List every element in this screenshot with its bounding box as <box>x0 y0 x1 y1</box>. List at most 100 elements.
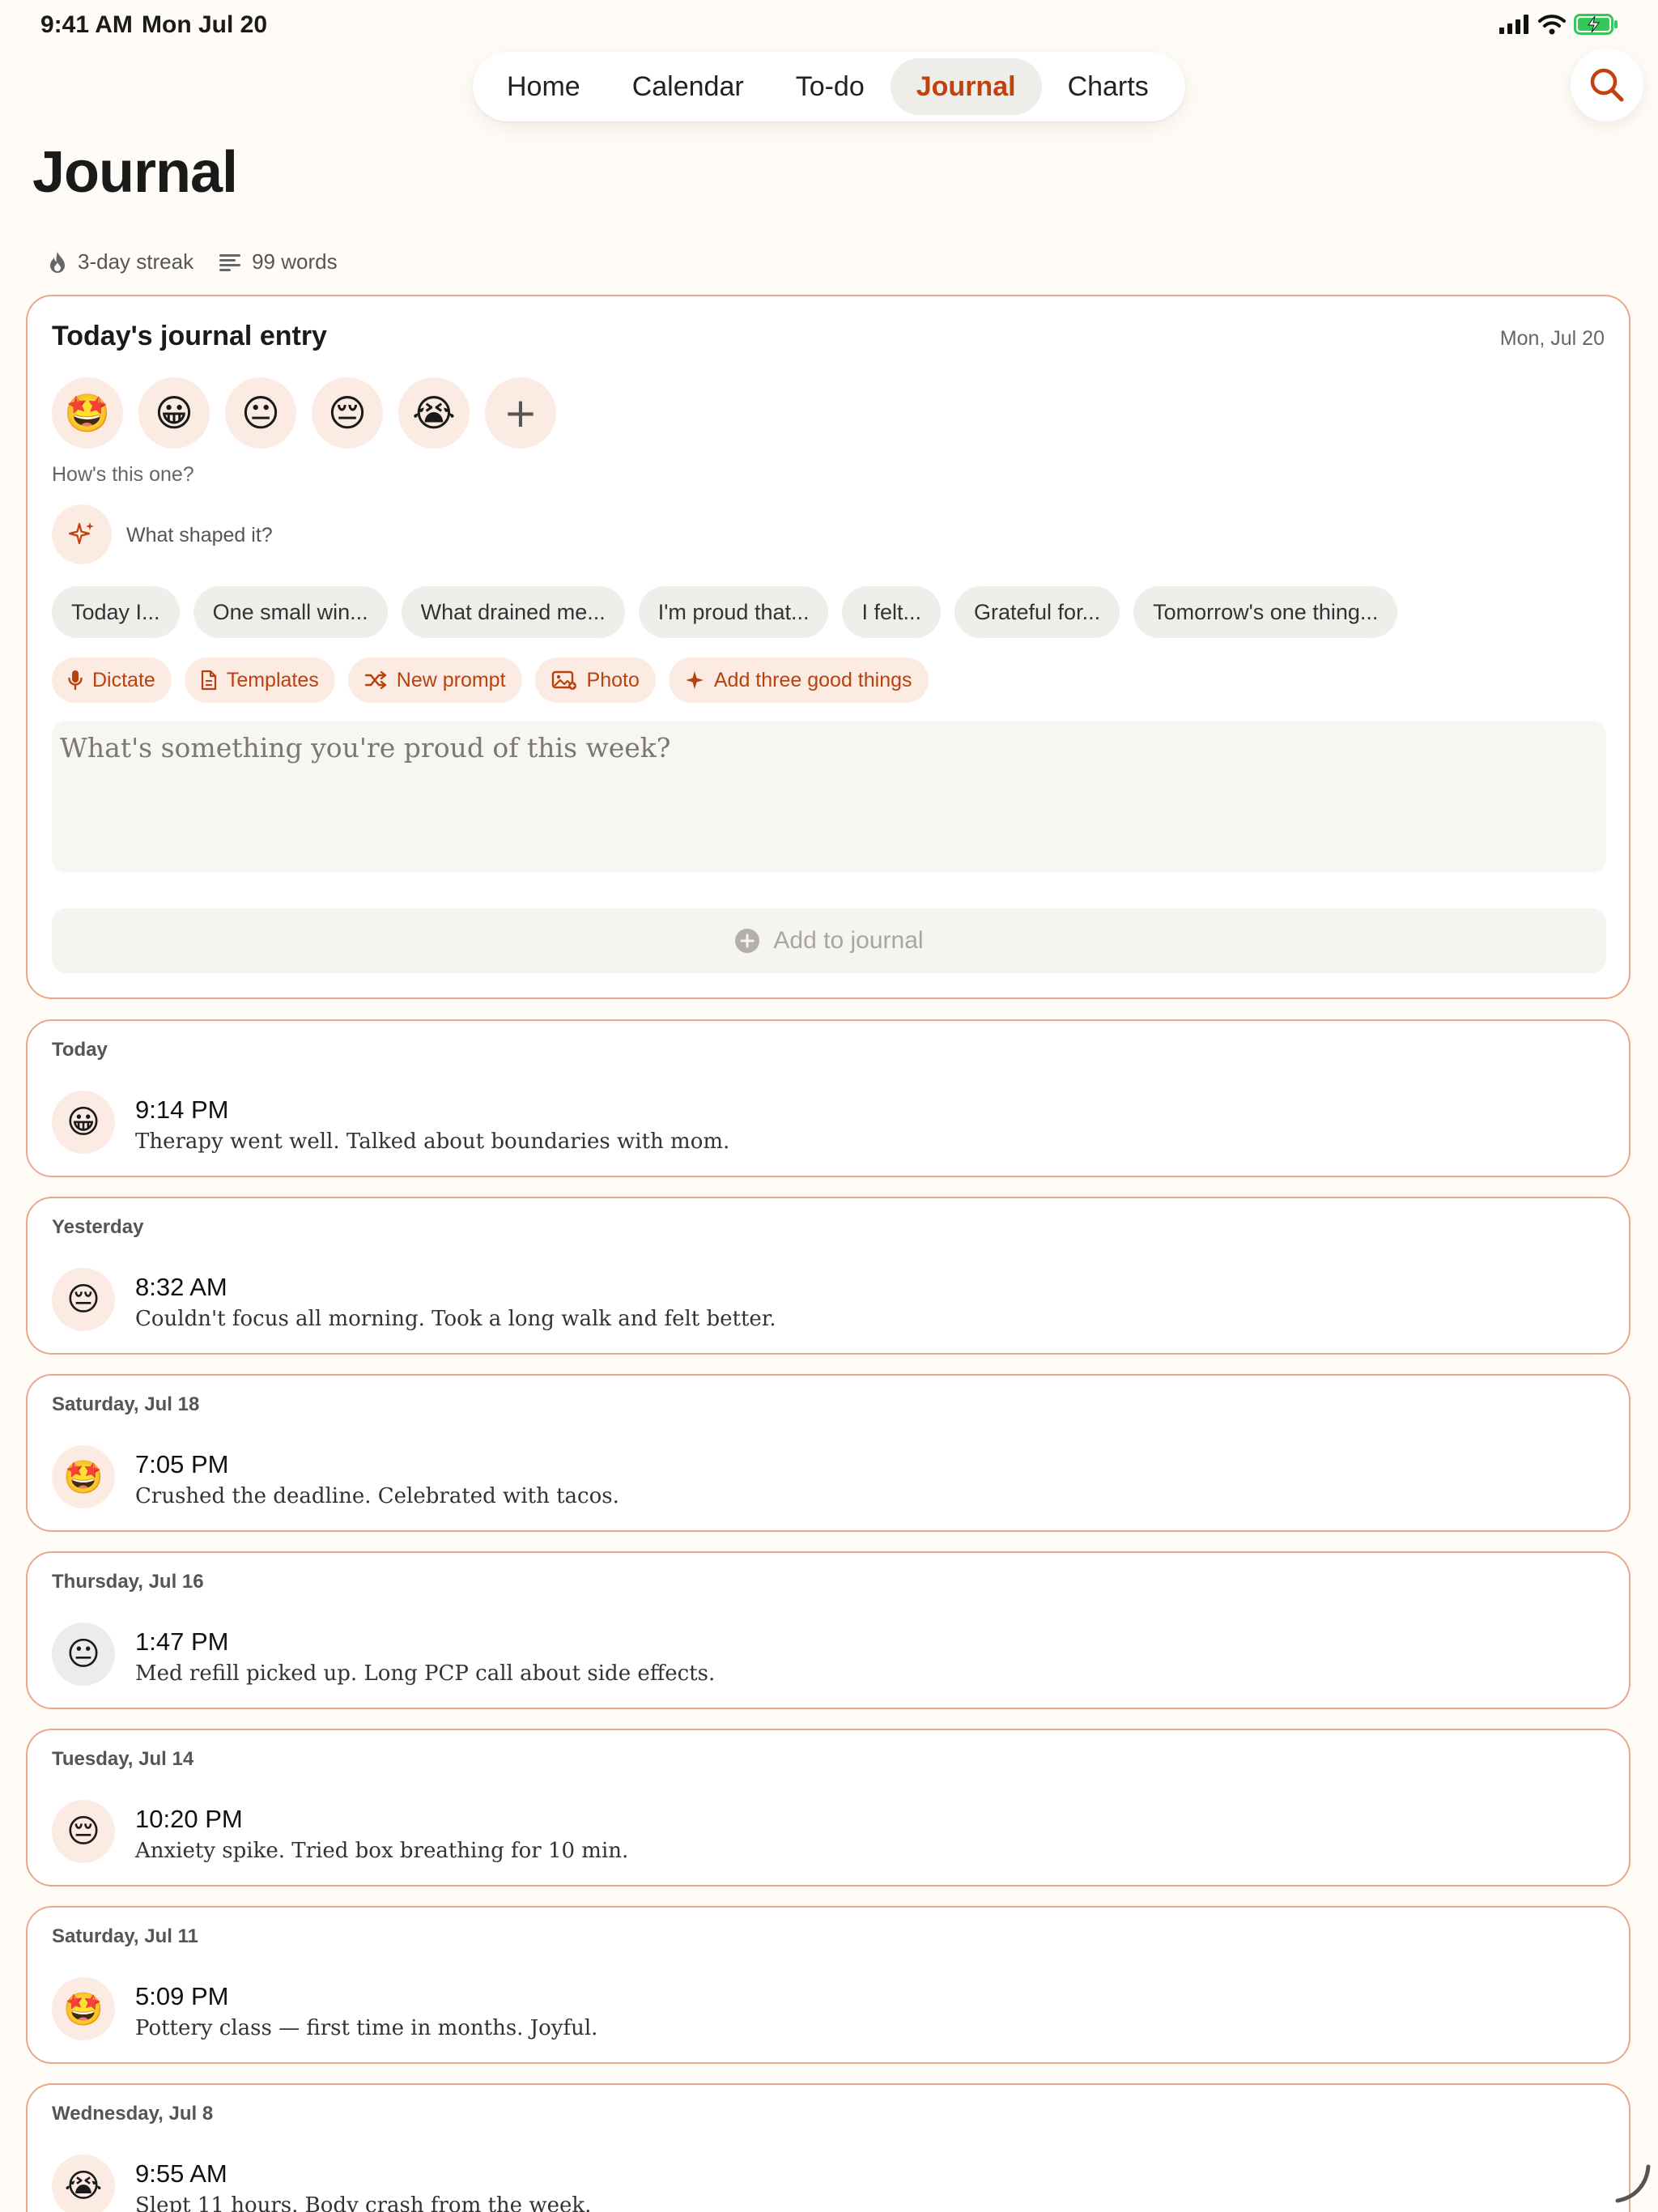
words-stat: 99 words <box>219 249 338 274</box>
entry-time: 10:20 PM <box>135 1805 243 1833</box>
dictate-label: Dictate <box>92 668 155 691</box>
streak-label: 3-day streak <box>78 249 194 274</box>
entry-day: Saturday, Jul 11 <box>52 1925 198 1947</box>
new-prompt-button[interactable]: New prompt <box>347 657 522 703</box>
journal-stats: 3-day streak 99 words <box>49 249 363 274</box>
journal-entry-composer: Today's journal entry Mon, Jul 20 🤩 😀 😐 … <box>26 295 1630 999</box>
journal-input-placeholder: What's something you're proud of this we… <box>60 732 671 764</box>
wifi-icon <box>1538 15 1566 35</box>
prompt-chips: Today I... One small win... What drained… <box>52 586 1398 638</box>
entry-time: 9:55 AM <box>135 2159 227 2188</box>
journal-text-input[interactable]: What's something you're proud of this we… <box>52 721 1606 873</box>
chip-what-drained-me[interactable]: What drained me... <box>401 586 625 638</box>
crying-face-icon[interactable]: 😭 <box>398 377 470 449</box>
composer-actions: Dictate Templates New prompt Photo Add t… <box>52 657 929 703</box>
tab-todo[interactable]: To-do <box>770 58 891 115</box>
entry-time: 7:05 PM <box>135 1450 229 1478</box>
add-to-journal-label: Add to journal <box>773 927 924 954</box>
chip-grateful-for[interactable]: Grateful for... <box>954 586 1120 638</box>
grinning-face-icon[interactable]: 😀 <box>138 377 210 449</box>
words-label: 99 words <box>252 249 338 274</box>
cellular-signal-icon <box>1499 15 1528 34</box>
neutral-face-icon: 😐 <box>52 1623 115 1686</box>
add-three-good-things-label: Add three good things <box>713 668 912 691</box>
chip-i-felt[interactable]: I felt... <box>842 586 942 638</box>
photo-icon <box>551 670 576 690</box>
microphone-icon <box>68 670 83 691</box>
status-date: Mon Jul 20 <box>142 11 268 38</box>
mood-picker: 🤩 😀 😐 😔 😭 + <box>52 377 556 449</box>
status-icons <box>1499 13 1619 36</box>
crying-face-icon: 😭 <box>52 2155 115 2212</box>
entry-day: Saturday, Jul 18 <box>52 1393 200 1415</box>
chip-one-small-win[interactable]: One small win... <box>193 586 388 638</box>
document-icon <box>201 670 216 691</box>
star-struck-face-icon: 🤩 <box>52 1977 115 2040</box>
scroll-resize-handle-icon[interactable] <box>1614 2163 1652 2204</box>
entry-time: 9:14 PM <box>135 1095 229 1124</box>
dictate-button[interactable]: Dictate <box>52 657 172 703</box>
templates-button[interactable]: Templates <box>184 657 335 703</box>
journal-entry-card[interactable]: Saturday, Jul 11 🤩 5:09 PM Pottery class… <box>26 1906 1630 2064</box>
templates-label: Templates <box>226 668 319 691</box>
status-bar: 9:41 AM Mon Jul 20 <box>0 0 1658 52</box>
tab-calendar[interactable]: Calendar <box>606 58 770 115</box>
journal-entry-card[interactable]: Wednesday, Jul 8 😭 9:55 AM Slept 11 hour… <box>26 2083 1630 2212</box>
status-time: 9:41 AM <box>40 11 133 38</box>
entry-day: Today <box>52 1039 108 1061</box>
entry-day: Wednesday, Jul 8 <box>52 2103 214 2125</box>
entry-text: Pottery class — first time in months. Jo… <box>135 2016 598 2040</box>
entry-text: Med refill picked up. Long PCP call abou… <box>135 1661 716 1686</box>
chip-im-proud-that[interactable]: I'm proud that... <box>638 586 829 638</box>
search-icon <box>1590 68 1624 102</box>
top-navigation: Home Calendar To-do Journal Charts <box>473 52 1185 121</box>
sparkle-icon <box>68 522 94 545</box>
entry-day: Tuesday, Jul 14 <box>52 1748 194 1770</box>
add-three-good-things-button[interactable]: Add three good things <box>668 657 929 703</box>
journal-entry-card[interactable]: Saturday, Jul 18 🤩 7:05 PM Crushed the d… <box>26 1374 1630 1532</box>
what-shaped-it-prompt[interactable]: What shaped it? <box>126 524 273 547</box>
entry-time: 5:09 PM <box>135 1982 229 2010</box>
mood-question: How's this one? <box>52 463 194 486</box>
sparkle-button[interactable] <box>52 504 112 564</box>
grinning-face-icon: 😀 <box>52 1091 115 1154</box>
flame-icon <box>50 251 65 273</box>
add-to-journal-button[interactable]: Add to journal <box>52 908 1606 973</box>
streak-stat: 3-day streak <box>49 249 193 274</box>
photo-button[interactable]: Photo <box>534 657 656 703</box>
entry-text: Crushed the deadline. Celebrated with ta… <box>135 1484 619 1508</box>
entry-text: Couldn't focus all morning. Took a long … <box>135 1307 776 1331</box>
pensive-face-icon: 😔 <box>52 1800 115 1863</box>
search-button[interactable] <box>1571 49 1643 121</box>
new-prompt-label: New prompt <box>396 668 506 691</box>
entry-time: 8:32 AM <box>135 1273 227 1301</box>
plus-circle-icon <box>735 929 760 953</box>
pensive-face-icon: 😔 <box>52 1268 115 1331</box>
star-struck-face-icon[interactable]: 🤩 <box>52 377 123 449</box>
tab-home[interactable]: Home <box>481 58 606 115</box>
journal-entry-card[interactable]: Tuesday, Jul 14 😔 10:20 PM Anxiety spike… <box>26 1729 1630 1887</box>
tab-journal[interactable]: Journal <box>890 58 1042 115</box>
page-title: Journal <box>32 140 238 205</box>
battery-charging-icon <box>1574 14 1618 35</box>
entry-day: Thursday, Jul 16 <box>52 1571 204 1593</box>
add-mood-button[interactable]: + <box>485 377 556 449</box>
journal-entry-card[interactable]: Yesterday 😔 8:32 AM Couldn't focus all m… <box>26 1197 1630 1355</box>
star-struck-face-icon: 🤩 <box>52 1445 115 1508</box>
tab-charts[interactable]: Charts <box>1042 58 1175 115</box>
shuffle-icon <box>364 671 386 689</box>
entry-text: Slept 11 hours. Body crash from the week… <box>135 2193 592 2212</box>
photo-label: Photo <box>586 668 640 691</box>
entry-text: Anxiety spike. Tried box breathing for 1… <box>135 1839 629 1863</box>
composer-title: Today's journal entry <box>52 321 327 351</box>
neutral-face-icon[interactable]: 😐 <box>225 377 296 449</box>
chip-tomorrows-one-thing[interactable]: Tomorrow's one thing... <box>1133 586 1398 638</box>
journal-entry-card[interactable]: Thursday, Jul 16 😐 1:47 PM Med refill pi… <box>26 1551 1630 1709</box>
journal-entry-card[interactable]: Today 😀 9:14 PM Therapy went well. Talke… <box>26 1019 1630 1177</box>
entry-time: 1:47 PM <box>135 1627 229 1656</box>
chip-today-i[interactable]: Today I... <box>52 586 180 638</box>
entry-text: Therapy went well. Talked about boundari… <box>135 1129 730 1154</box>
sparkle-icon <box>685 671 704 689</box>
composer-date: Mon, Jul 20 <box>1499 327 1605 350</box>
pensive-face-icon[interactable]: 😔 <box>312 377 383 449</box>
